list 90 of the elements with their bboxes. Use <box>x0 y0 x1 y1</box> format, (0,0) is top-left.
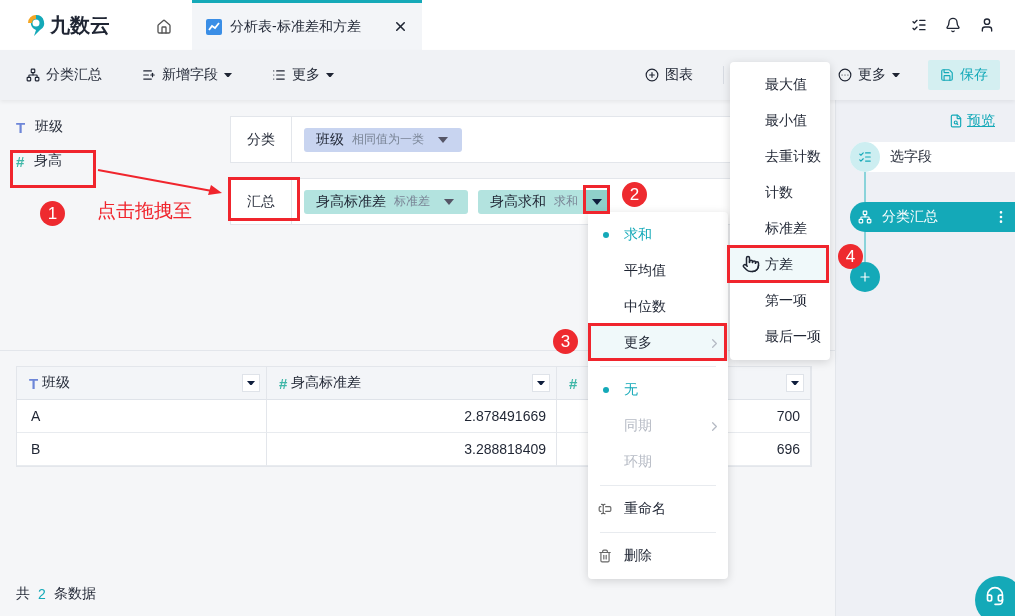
toolbar-icon <box>272 68 286 82</box>
chip-label: 身高标准差 <box>316 192 386 211</box>
footer-text: 共 <box>16 585 30 603</box>
table-cell: 3.288818409 <box>267 433 557 466</box>
menu-item[interactable]: 中位数 <box>588 289 728 325</box>
close-icon[interactable] <box>393 19 408 34</box>
row-count: 2 <box>38 586 46 602</box>
bell-icon[interactable] <box>945 17 961 33</box>
sheet-tab[interactable]: 分析表-标准差和方差 <box>192 0 422 50</box>
toolbar-icon <box>142 68 156 82</box>
line-chart-icon <box>206 18 222 35</box>
column-dropdown-button[interactable] <box>242 374 260 392</box>
toolbar-icon <box>26 68 40 82</box>
chip-label: 身高求和 <box>490 192 546 211</box>
toolbar-icon <box>645 68 659 82</box>
selected-dot <box>603 387 609 393</box>
table-cell: A <box>17 400 267 433</box>
hierarchy-icon <box>858 210 872 224</box>
connector-line <box>864 172 866 202</box>
menu-item[interactable]: 标准差 <box>730 211 830 247</box>
config-label: 分类 <box>231 117 292 162</box>
headset-icon <box>985 586 1005 606</box>
menu-item[interactable]: 去重计数 <box>730 139 830 175</box>
menu-item[interactable]: 删除 <box>588 538 728 574</box>
menu-item[interactable]: 平均值 <box>588 253 728 289</box>
caret-icon <box>791 380 799 386</box>
config-label: 汇总 <box>231 179 292 224</box>
field-chip[interactable]: 班级 相同值为一类 <box>304 127 462 152</box>
field-select-icon <box>850 142 880 172</box>
field-item[interactable]: T 班级 <box>16 118 230 136</box>
menu-item[interactable]: 最大值 <box>730 67 830 103</box>
chip-dropdown-button[interactable] <box>586 189 608 214</box>
menu-item[interactable]: 第一项 <box>730 283 830 319</box>
menu-item[interactable]: 最小值 <box>730 103 830 139</box>
field-label: 身高 <box>34 152 63 170</box>
column-dropdown-button[interactable] <box>532 374 550 392</box>
app-name: 九数云 <box>50 12 110 38</box>
field-label: 班级 <box>35 118 64 136</box>
save-icon <box>940 68 954 82</box>
table-cell: B <box>17 433 267 466</box>
toolbar-button[interactable]: 分类汇总 <box>26 60 102 90</box>
field-type-mark: T <box>16 118 26 136</box>
chip-aggregation: 相同值为一类 <box>352 131 424 148</box>
menu-item[interactable]: 重命名 <box>588 491 728 527</box>
column-header: # 身高标准差 <box>267 367 557 400</box>
chip-label: 班级 <box>316 130 344 149</box>
chip-aggregation: 标准差 <box>394 193 430 210</box>
field-chip[interactable]: 身高求和 求和 <box>478 189 608 214</box>
caret-icon <box>537 380 545 386</box>
field-chip[interactable]: 身高标准差 标准差 <box>304 189 468 214</box>
field-type-mark: # <box>569 374 578 392</box>
caret-icon <box>444 198 454 205</box>
annotation-caption: 点击拖拽至 <box>97 199 192 223</box>
annotation-box <box>583 185 610 214</box>
menu-item[interactable]: 计数 <box>730 175 830 211</box>
plus-icon <box>858 270 872 284</box>
logo-icon <box>26 13 46 37</box>
field-type-mark: # <box>279 374 288 392</box>
preview-icon <box>949 114 963 128</box>
connector-line <box>864 232 866 262</box>
field-type-mark: T <box>29 374 39 392</box>
toolbar-icon <box>838 68 852 82</box>
trash-icon <box>598 549 612 563</box>
toolbar-button[interactable]: 图表 <box>645 60 693 90</box>
caret-icon <box>892 72 900 78</box>
field-type-mark: # <box>16 152 25 170</box>
column-dropdown-button[interactable] <box>786 374 804 392</box>
annotation-box <box>228 177 300 221</box>
field-item[interactable]: # 身高 <box>16 152 230 170</box>
task-list-icon[interactable] <box>911 17 927 33</box>
table-cell: 2.878491669 <box>267 400 557 433</box>
home-icon <box>156 18 172 35</box>
chip-aggregation: 求和 <box>554 193 578 210</box>
caret-icon <box>592 198 602 205</box>
footer-text: 条数据 <box>53 585 96 603</box>
user-icon[interactable] <box>979 17 995 33</box>
selected-dot <box>603 232 609 238</box>
caret-icon <box>438 136 448 143</box>
step-item[interactable]: 选字段 <box>850 142 1015 172</box>
rename-icon <box>598 502 612 516</box>
column-header: T 班级 <box>17 367 267 400</box>
toolbar-button[interactable]: 更多 <box>838 60 900 90</box>
menu-item[interactable]: 最后一项 <box>730 319 830 355</box>
caret-icon <box>247 380 255 386</box>
caret-icon <box>326 72 334 78</box>
toolbar-button[interactable]: 更多 <box>272 60 334 90</box>
caret-icon <box>224 72 232 78</box>
add-step-button[interactable] <box>850 262 880 292</box>
hand-cursor-icon <box>742 255 760 273</box>
toolbar-button[interactable]: 新增字段 <box>142 60 232 90</box>
